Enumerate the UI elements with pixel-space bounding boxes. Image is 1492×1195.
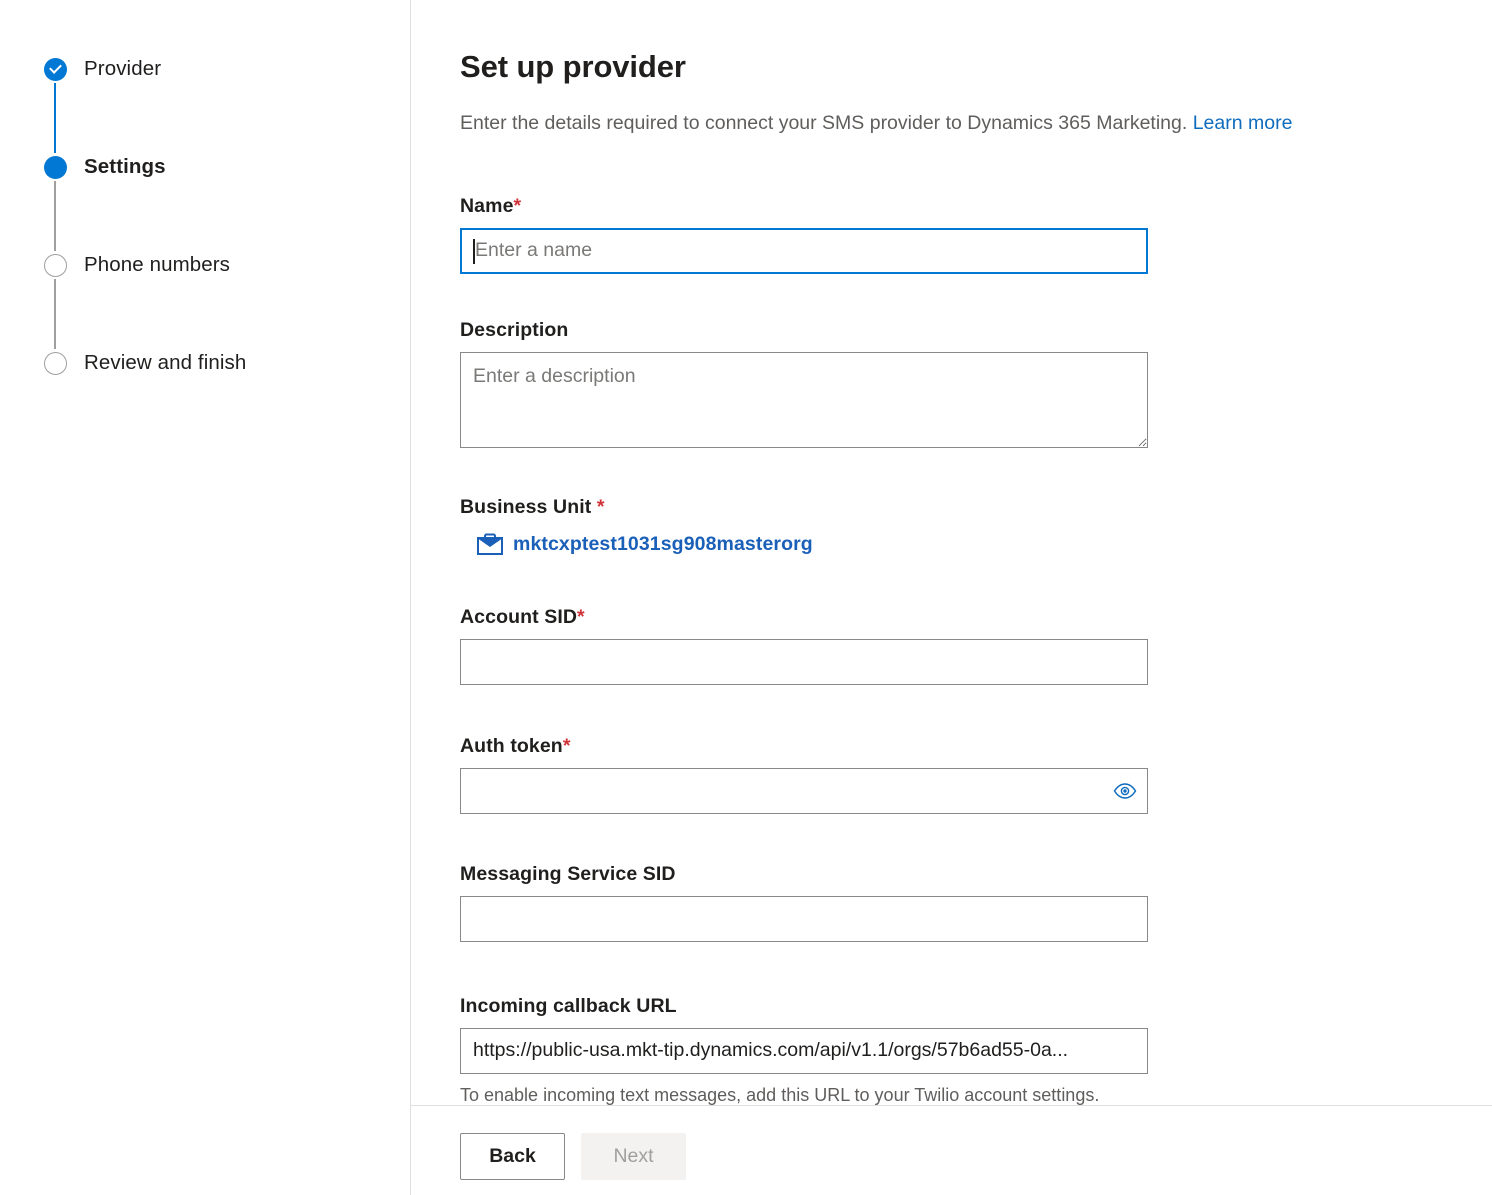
learn-more-link[interactable]: Learn more (1193, 112, 1293, 134)
wizard-stepper: Provider Settings Phone numbers Review a… (41, 55, 246, 377)
incoming-callback-url-help: To enable incoming text messages, add th… (460, 1082, 1148, 1105)
field-label-auth-token: Auth token* (460, 735, 1492, 758)
help-text-body: To enable incoming text messages, add th… (460, 1084, 1100, 1105)
step-label-review-and-finish: Review and finish (84, 351, 247, 374)
wizard-footer: Back Next (411, 1105, 1492, 1195)
field-label-business-unit: Business Unit * (460, 496, 1492, 519)
back-button[interactable]: Back (460, 1133, 565, 1180)
incoming-callback-url-input[interactable] (460, 1027, 1148, 1074)
field-label-account-sid-text: Account SID (460, 605, 578, 628)
step-connector-1 (41, 83, 246, 153)
page-subtitle-text: Enter the details required to connect yo… (460, 112, 1188, 135)
account-sid-input[interactable] (460, 638, 1148, 685)
field-label-auth-token-text: Auth token (460, 734, 563, 757)
empty-circle-icon (41, 351, 69, 375)
required-asterisk-name: * (513, 194, 522, 217)
field-label-name: Name* (460, 195, 1492, 218)
next-button[interactable]: Next (581, 1133, 686, 1180)
set-up-provider-wizard: Provider Settings Phone numbers Review a… (0, 0, 1492, 1195)
sidebar-step-phone-numbers[interactable]: Phone numbers (41, 251, 246, 279)
text-caret (473, 238, 475, 264)
name-input-wrap (460, 227, 1148, 274)
field-auth-token: Auth token* (460, 735, 1492, 814)
required-asterisk-account-sid: * (577, 605, 585, 628)
sidebar-step-provider[interactable]: Provider (41, 55, 246, 83)
required-asterisk-auth-token: * (562, 734, 571, 757)
form-scroll-area[interactable]: Set up provider Enter the details requir… (411, 0, 1492, 1105)
check-circle-icon (41, 57, 69, 81)
empty-circle-icon (41, 253, 69, 277)
step-label-phone-numbers: Phone numbers (84, 253, 231, 276)
field-label-name-text: Name (460, 194, 514, 217)
field-label-description: Description (460, 318, 569, 341)
step-label-provider: Provider (84, 57, 162, 80)
field-label-account-sid: Account SID* (460, 606, 1492, 629)
auth-token-input-wrap (460, 767, 1148, 814)
field-label-messaging-service-sid: Messaging Service SID (460, 862, 676, 885)
description-textarea[interactable] (460, 351, 1148, 448)
field-label-business-unit-text: Business Unit (460, 495, 597, 518)
name-input[interactable] (460, 227, 1148, 274)
page-title: Set up provider (460, 49, 686, 84)
page-subtitle: Enter the details required to connect yo… (460, 111, 1492, 136)
auth-token-input[interactable] (460, 767, 1148, 814)
field-label-incoming-callback-url: Incoming callback URL (460, 994, 677, 1017)
briefcase-icon (477, 533, 503, 556)
field-messaging-service-sid: Messaging Service SID (460, 863, 1492, 942)
reveal-auth-token-button[interactable] (1111, 777, 1139, 805)
provider-form-pane: Set up provider Enter the details requir… (411, 0, 1492, 1195)
sidebar-step-review-and-finish[interactable]: Review and finish (41, 349, 246, 377)
business-unit-link[interactable]: mktcxptest1031sg908masterorg (513, 533, 813, 556)
messaging-service-sid-input[interactable] (460, 895, 1148, 942)
field-description: Description (460, 319, 1492, 448)
step-connector-3 (41, 279, 246, 349)
eye-icon (1113, 782, 1137, 799)
field-name: Name* (460, 195, 1492, 274)
sidebar-step-settings[interactable]: Settings (41, 153, 246, 181)
filled-circle-icon (41, 155, 69, 179)
field-business-unit: Business Unit * mktcxptest1031sg908maste… (460, 496, 1492, 556)
business-unit-value-row[interactable]: mktcxptest1031sg908masterorg (477, 533, 1492, 556)
wizard-step-sidebar: Provider Settings Phone numbers Review a… (0, 0, 411, 1195)
field-account-sid: Account SID* (460, 606, 1492, 685)
step-connector-2 (41, 181, 246, 251)
required-asterisk-business-unit: * (596, 495, 605, 518)
step-label-settings: Settings (84, 155, 166, 178)
field-incoming-callback-url: Incoming callback URL To enable incoming… (460, 995, 1492, 1105)
